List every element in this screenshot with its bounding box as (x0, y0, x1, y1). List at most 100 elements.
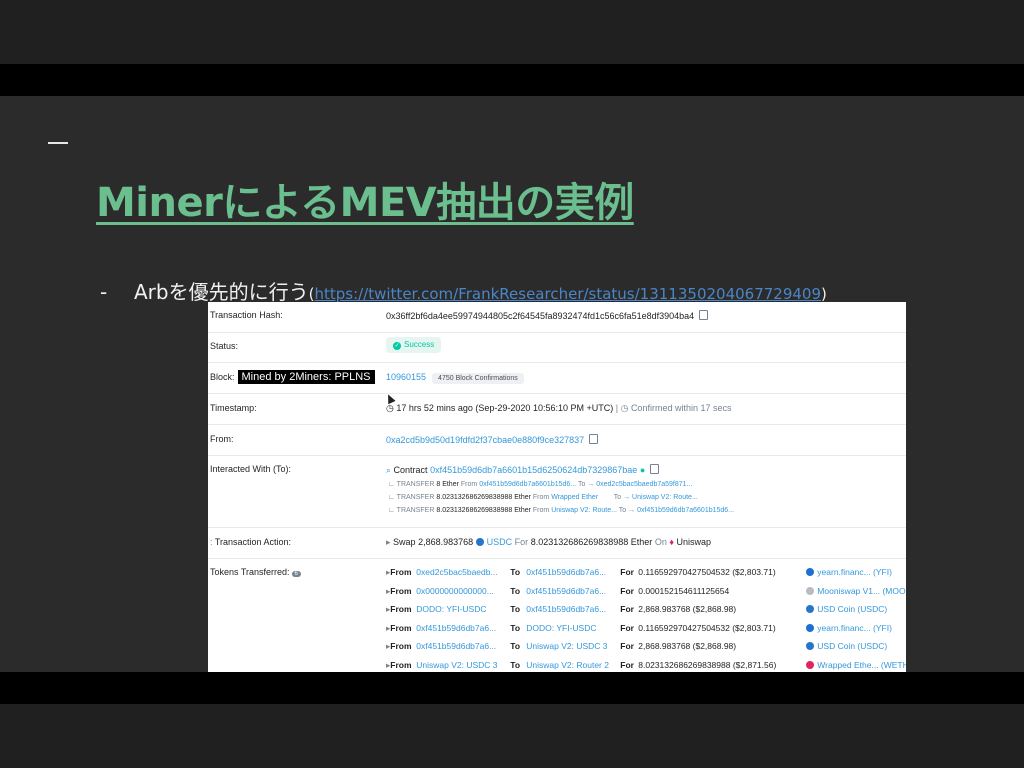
timestamp-row: Timestamp: ◷ 17 hrs 52 mins ago (Sep-29-… (208, 393, 906, 425)
transfer-from-word: From (532, 494, 550, 501)
token-name-link[interactable]: USD Coin (USDC) (817, 641, 887, 651)
block-number-link[interactable]: 10960155 (386, 372, 426, 382)
transfer-from-link[interactable]: 0xf451b59d6db7a6601b15d6... (479, 481, 576, 488)
tweet-link[interactable]: https://twitter.com/FrankResearcher/stat… (314, 285, 821, 303)
token-from-link[interactable]: 0xed2c5bac5baedb... (416, 567, 510, 577)
contract-prefix: Contract (393, 465, 428, 475)
token-from-word: From (390, 622, 412, 633)
token-from-word: From (390, 585, 412, 596)
token-from-link[interactable]: Uniswap V2: USDC 3 (416, 660, 510, 670)
from-value: 0xa2cd5b9d50d19fdfd2f37cbae0e880f9ce3278… (386, 434, 599, 445)
tokens-label: Tokens Transferred: (210, 567, 290, 577)
token-transfer-row: ▸ From 0x0000000000000... To 0xf451b59d6db7… (386, 586, 906, 597)
transfer-amount: 8.023132686269838988 Ether (436, 494, 531, 501)
status-label: Status: (210, 341, 239, 351)
block-value: 10960155 4750 Block Confirmations (386, 372, 524, 384)
action-value: ▸ Swap 2,868.983768 USDC For 8.023132686… (386, 537, 711, 547)
transfer-to-link[interactable]: 0xf451b59d6db7a6601b15d6... (637, 507, 734, 514)
copy-icon[interactable] (699, 310, 709, 320)
status-badge: ✓ Success (386, 337, 442, 353)
from-address-link[interactable]: 0xa2cd5b9d50d19fdfd2f37cbae0e880f9ce3278… (386, 435, 584, 445)
action-token1-link[interactable]: USDC (487, 537, 513, 547)
token-name-link[interactable]: Mooniswap V1... (MOON-V...) (817, 586, 906, 596)
slide-dash-decoration (48, 142, 68, 144)
transfer-amount: 8.023132686269838988 Ether (436, 507, 531, 514)
copy-icon[interactable] (589, 434, 599, 444)
token-amount: 0.116592970427504532 ($2,803.71) (638, 567, 776, 577)
action-on-word: On (654, 537, 667, 547)
timestamp-label: Timestamp: (210, 403, 257, 413)
token-transfer-row: ▸ From 0xed2c5bac5baedb... To 0xf451b59d6db… (386, 567, 892, 578)
token-amount: 0.116592970427504532 ($2,803.71) (638, 622, 776, 633)
token-amount: 0.000152154611125654 (638, 585, 730, 596)
token-from-word: From (390, 567, 412, 577)
from-label: From: (210, 434, 234, 444)
internal-transfer-row: ∟ TRANSFER 8.023132686269838988 Ether Fr… (388, 507, 735, 514)
top-letterbox (0, 0, 1024, 64)
timestamp-text: 17 hrs 52 mins ago (Sep-29-2020 10:56:10… (396, 403, 614, 413)
bullet-text: Arbを優先的に行う (134, 280, 309, 304)
token-coin-icon (806, 642, 815, 650)
transfer-to-link[interactable]: 0xed2c5bac5baedb7a59f871... (596, 481, 692, 488)
token-from-link[interactable]: 0x0000000000000... (416, 586, 510, 596)
transfer-from-link[interactable]: Uniswap V2: Route... (551, 507, 617, 514)
transfer-to-word: To → (613, 494, 631, 501)
tx-hash-row: Transaction Hash: 0x36ff2bf6da4ee5997494… (208, 302, 906, 333)
token-from-word: From (390, 641, 412, 651)
token-coin-icon (806, 605, 815, 613)
action-verb: Swap (393, 537, 416, 547)
token-to-link[interactable]: DODO: YFI-USDC (526, 623, 620, 633)
token-from-link[interactable]: 0xf451b59d6db7a6... (416, 623, 510, 633)
token-for-word: For (620, 622, 634, 633)
tx-hash-text: 0x36ff2bf6da4ee59974944805c2f64545fa8932… (386, 311, 695, 321)
action-label: Transaction Action: (214, 537, 292, 547)
verified-check-icon: ● (639, 465, 646, 475)
token-to-link[interactable]: 0xf451b59d6db7a6... (526, 567, 620, 577)
transfer-amount: 8 Ether (436, 481, 459, 488)
token-for-word: For (620, 641, 634, 651)
copy-icon[interactable] (650, 464, 660, 474)
transfer-tag: TRANSFER (396, 507, 435, 514)
token-to-word: To (510, 567, 521, 577)
contract-address-link[interactable]: 0xf451b59d6db7a6601b15d6250624db7329867b… (430, 465, 637, 475)
token-coin-icon (806, 586, 815, 595)
tokens-row: Tokens Transferred: 6 ▸ From 0xed2c5bac5ba… (208, 558, 906, 672)
token-coin-icon (806, 568, 815, 576)
token-name-link[interactable]: yearn.financ... (YFI) (817, 623, 892, 633)
transfer-to-link[interactable]: Uniswap V2: Route... (632, 494, 698, 501)
block-row: Block: Mined by 2Miners: PPLNS 10960155 47… (208, 362, 906, 394)
transfer-from-word: From (532, 507, 550, 514)
internal-transfer-row: ∟ TRANSFER 8.023132686269838988 Ether Fr… (388, 494, 698, 501)
token-from-word: From (390, 659, 412, 670)
token-name-link[interactable]: Wrapped Ethe... (WETH) (817, 660, 906, 670)
action-label-group: : Transaction Action: (210, 537, 292, 547)
token-to-link[interactable]: Uniswap V2: USDC 3 (526, 641, 620, 651)
block-label-group: Block: Mined by 2Miners: PPLNS (210, 370, 375, 384)
from-row: From: 0xa2cd5b9d50d19fdfd2f37cbae0e880f9… (208, 424, 906, 456)
tokens-label-group: Tokens Transferred: 6 (210, 567, 301, 577)
token-to-link[interactable]: Uniswap V2: Router 2 (526, 660, 620, 670)
confirmed-within: Confirmed within 17 secs (630, 403, 732, 413)
block-label: Block: (210, 372, 235, 382)
check-circle-icon: ✓ (393, 342, 401, 350)
token-amount: 8.023132686269838988 ($2,871.56) (638, 659, 777, 670)
action-for-word: For (514, 537, 529, 547)
token-to-word: To (510, 641, 521, 651)
token-name-link[interactable]: yearn.financ... (YFI) (817, 567, 892, 577)
token-name-link[interactable]: USD Coin (USDC) (817, 604, 887, 614)
token-transfer-row: ▸ From DODO: YFI-USDC To 0xf451b59d6db7a6..… (386, 604, 887, 615)
transfer-from-link[interactable]: Wrapped Ether (551, 494, 598, 501)
etherscan-screenshot: Transaction Hash: 0x36ff2bf6da4ee5997494… (208, 302, 906, 672)
token-from-link[interactable]: 0xf451b59d6db7a6... (416, 641, 510, 651)
tx-hash-value: 0x36ff2bf6da4ee59974944805c2f64545fa8932… (386, 310, 709, 321)
token-transfer-row: ▸ From 0xf451b59d6db7a6... To Uniswap V2: U… (386, 641, 887, 652)
bullet-line: - Arbを優先的に行う(https://twitter.com/FrankRes… (100, 276, 827, 305)
token-for-word: For (620, 604, 634, 614)
token-to-link[interactable]: 0xf451b59d6db7a6... (526, 604, 620, 614)
token-to-word: To (510, 622, 521, 633)
token-to-link[interactable]: 0xf451b59d6db7a6... (526, 586, 620, 596)
uniswap-icon: ♦ (669, 537, 674, 547)
action-dex: Uniswap (676, 537, 711, 547)
block-confirmations-badge: 4750 Block Confirmations (432, 373, 524, 384)
token-from-link[interactable]: DODO: YFI-USDC (416, 604, 510, 614)
